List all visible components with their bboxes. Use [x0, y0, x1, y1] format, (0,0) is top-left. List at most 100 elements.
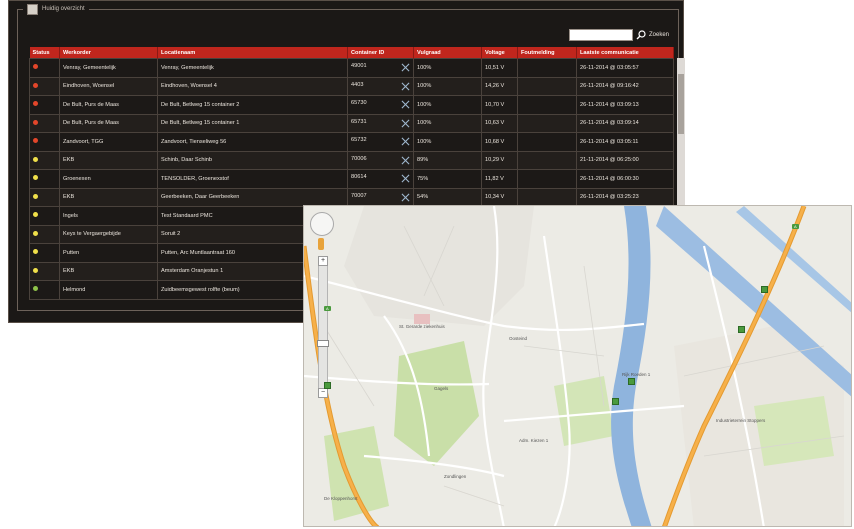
map-label: Rijk Roeden 1	[622, 372, 651, 377]
container-cell: 70007	[347, 187, 414, 207]
voltage-cell: 14,26 V	[481, 76, 518, 96]
voltage-cell: 10,63 V	[481, 113, 518, 133]
tools-icon[interactable]	[401, 174, 410, 183]
voltage-cell: 10,29 V	[481, 150, 518, 170]
voltage-cell: 10,51 V	[481, 58, 518, 78]
status-cell	[29, 169, 60, 189]
scrollbar-thumb[interactable]	[678, 74, 684, 134]
table-row[interactable]: Groenexen TENSOLDER, Groenexstof 80614 75% 1…	[29, 169, 674, 189]
locatie-value: Zuidbeemsgewest rolfte (beum)	[161, 286, 240, 293]
container-value: 65730	[351, 100, 367, 107]
laatste-value: 26-11-2014 @ 06:00:30	[580, 175, 639, 182]
park-area	[754, 396, 834, 466]
status-cell	[29, 224, 60, 244]
tools-icon[interactable]	[401, 100, 410, 109]
table-row[interactable]: Venray, Gemeentelijk Venray, Gemeentelijk…	[29, 58, 674, 78]
street-view-icon[interactable]	[318, 238, 324, 250]
werkorder-cell: Keys te Vergaergebijde	[59, 224, 158, 244]
status-indicator	[33, 82, 38, 88]
locatie-cell: Schinb, Daar Schinb	[157, 150, 348, 170]
zoom-slider[interactable]: + −	[317, 256, 329, 398]
table-row[interactable]: Eindhoven, Woensel Eindhoven, Woensel 4 44…	[29, 76, 674, 96]
col-laatste-communicatie[interactable]: Laatste communicatie	[576, 47, 674, 59]
vulgraad-cell: 100%	[413, 76, 482, 96]
fout-cell	[517, 95, 577, 115]
col-container-id[interactable]: Container ID	[347, 47, 414, 59]
container-value: 65731	[351, 118, 367, 125]
locatie-value: Amsterdam Oranjestun 1	[161, 268, 224, 275]
map-canvas[interactable]	[304, 206, 852, 527]
table-row[interactable]: De Bult, Purs de Maas De Bult, Betlweg 15…	[29, 113, 674, 133]
locatie-value: TENSOLDER, Groenexstof	[161, 175, 229, 182]
status-indicator	[33, 156, 38, 162]
hospital-area	[414, 314, 430, 324]
container-marker[interactable]	[612, 398, 619, 405]
col-foutmelding[interactable]: Foutmelding	[517, 47, 577, 59]
tools-icon[interactable]	[401, 63, 410, 72]
voltage-cell: 10,68 V	[481, 132, 518, 152]
status-indicator	[33, 119, 38, 125]
zoom-out-button[interactable]: −	[318, 388, 328, 398]
werkorder-value: EKB	[63, 157, 75, 164]
container-cell: 70006	[347, 150, 414, 170]
zoom-in-button[interactable]: +	[318, 256, 328, 266]
search-icon[interactable]	[636, 30, 646, 40]
status-cell	[29, 206, 60, 226]
werkorder-cell: Groenexen	[59, 169, 158, 189]
tools-icon[interactable]	[401, 193, 410, 202]
vulgraad-value: 54%	[417, 194, 429, 201]
status-cell	[29, 113, 60, 133]
col-locatienaam[interactable]: Locatienaam	[157, 47, 348, 59]
laatste-value: 26-11-2014 @ 03:05:11	[580, 138, 639, 145]
werkorder-value: Keys te Vergaergebijde	[63, 231, 121, 238]
map-label: Industrieterrein Stoppers	[716, 418, 766, 423]
search-input[interactable]	[568, 29, 633, 41]
status-cell	[29, 243, 60, 263]
col-vulgraad[interactable]: Vulgraad	[413, 47, 482, 59]
werkorder-value: Helmond	[63, 286, 86, 293]
table-row[interactable]: Zandvoort, TGG Zandvoort, Tienseliweg 56 6…	[29, 132, 674, 152]
vulgraad-cell: 89%	[413, 150, 482, 170]
table-row[interactable]: EKB Schinb, Daar Schinb 70006 89% 10,29 V 21-…	[29, 150, 674, 170]
vulgraad-value: 100%	[417, 138, 432, 145]
voltage-value: 10,34 V	[485, 194, 505, 201]
laatste-cell: 26-11-2014 @ 03:09:13	[576, 95, 674, 115]
werkorder-cell: Ingels	[59, 206, 158, 226]
werkorder-value: Zandvoort, TGG	[63, 138, 104, 145]
container-cell: 65730	[347, 95, 414, 115]
tools-icon[interactable]	[401, 156, 410, 165]
status-indicator	[33, 101, 38, 107]
voltage-value: 10,63 V	[485, 120, 505, 127]
table-row[interactable]: EKB Geerbeeken, Daar Geerbeeken 70007 54% 10…	[29, 187, 674, 207]
search-button[interactable]: Zoeken	[649, 32, 669, 38]
status-cell	[29, 95, 60, 115]
container-marker[interactable]	[628, 378, 635, 385]
vulgraad-value: 89%	[417, 157, 429, 164]
werkorder-value: EKB	[63, 194, 75, 201]
werkorder-cell: EKB	[59, 261, 158, 281]
panel-legend: Huidig overzicht	[23, 2, 89, 16]
laatste-value: 26-11-2014 @ 03:09:14	[580, 120, 639, 127]
map-view[interactable]: + − A A St. Gerarde ziekenhuis Oosteind …	[303, 205, 852, 527]
container-marker[interactable]	[324, 382, 331, 389]
locatie-cell: Zandvoort, Tienseliweg 56	[157, 132, 348, 152]
table-row[interactable]: De Bult, Purs de Maas De Bult, Betlweg 15…	[29, 95, 674, 115]
container-marker[interactable]	[761, 286, 768, 293]
pan-control[interactable]	[310, 212, 334, 236]
tools-icon[interactable]	[401, 82, 410, 91]
col-status[interactable]: Status	[29, 47, 60, 59]
tools-icon[interactable]	[401, 137, 410, 146]
container-marker[interactable]	[738, 326, 745, 333]
vulgraad-value: 100%	[417, 120, 432, 127]
werkorder-cell: De Bult, Purs de Maas	[59, 113, 158, 133]
panel-icon	[27, 3, 38, 15]
tools-icon[interactable]	[401, 119, 410, 128]
locatie-cell: De Bult, Betlweg 15 container 2	[157, 95, 348, 115]
col-voltage[interactable]: Voltage	[481, 47, 518, 59]
locatie-cell: Geerbeeken, Daar Geerbeeken	[157, 187, 348, 207]
vulgraad-cell: 100%	[413, 95, 482, 115]
locatie-value: Soruit 2	[161, 231, 181, 238]
fout-cell	[517, 132, 577, 152]
zoom-slider-thumb[interactable]	[317, 340, 329, 347]
col-werkorder[interactable]: Werkorder	[59, 47, 158, 59]
